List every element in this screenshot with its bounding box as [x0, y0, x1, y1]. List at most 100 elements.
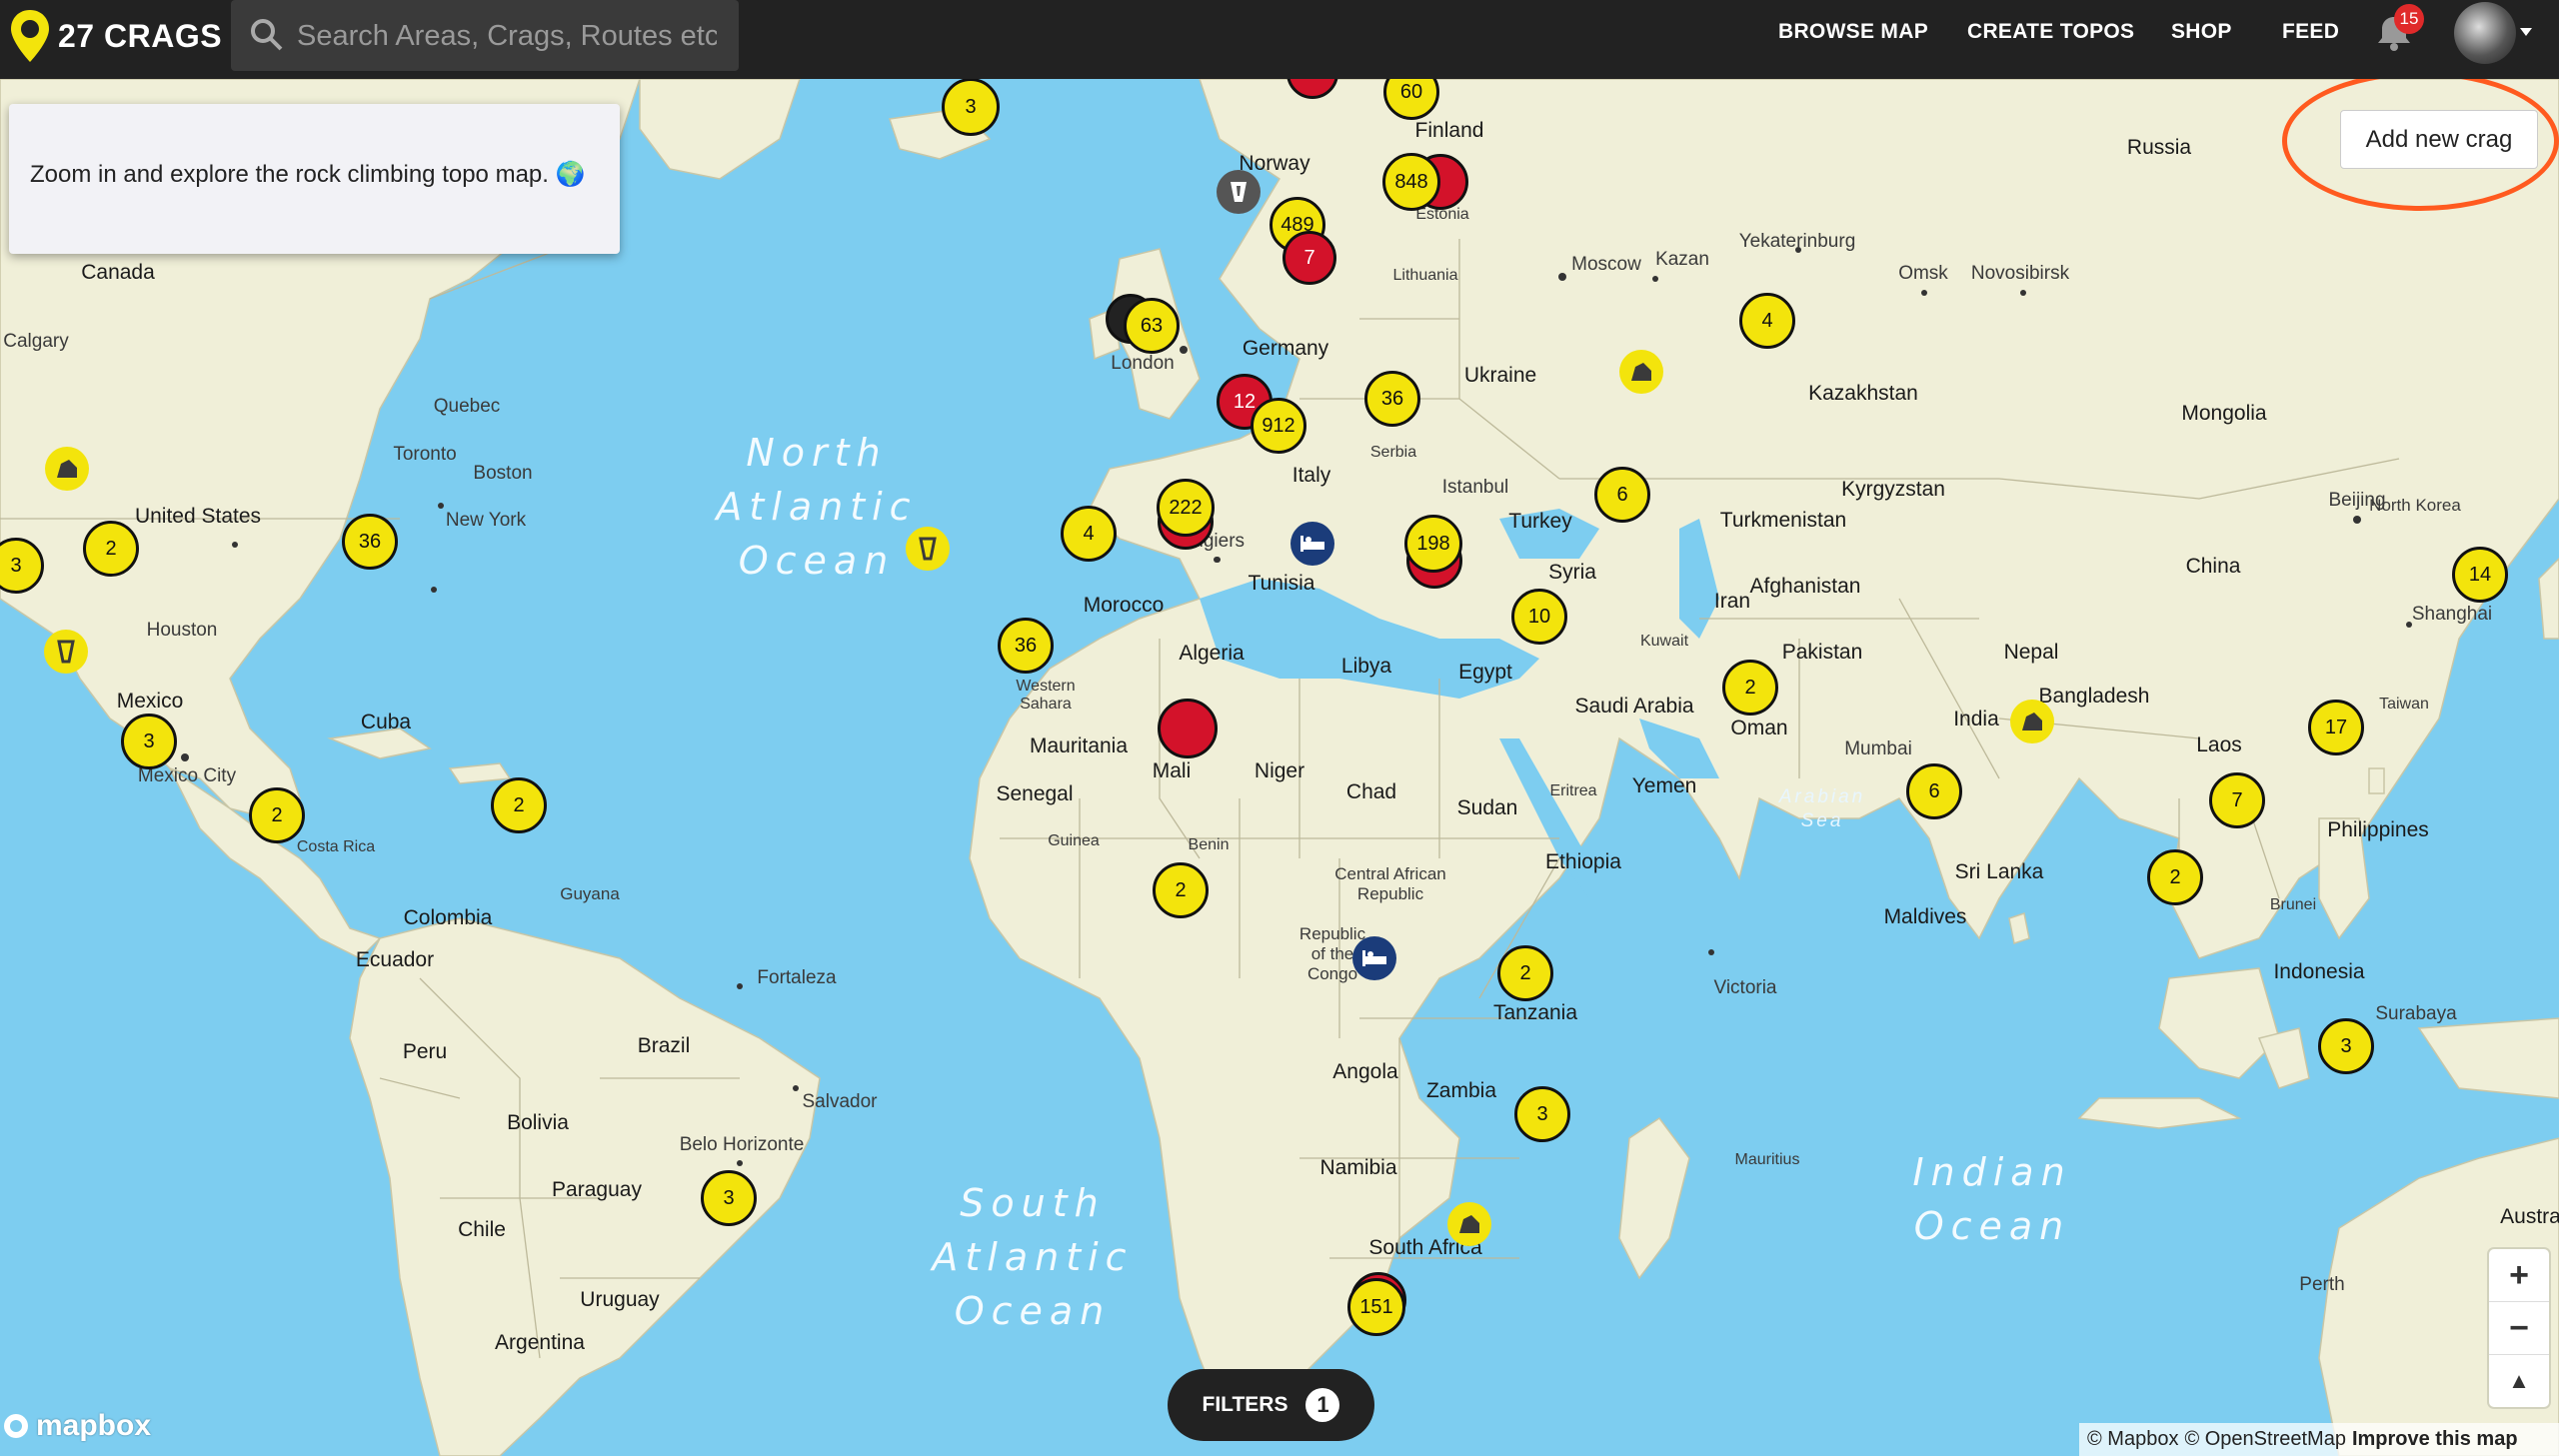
chevron-down-icon[interactable] [2520, 28, 2532, 36]
crag-cluster[interactable]: 848 [1382, 153, 1440, 211]
map-attribution: © Mapbox © OpenStreetMap Improve this ma… [2079, 1423, 2559, 1456]
crag-cluster[interactable]: 2 [1153, 862, 1209, 918]
zoom-in-button[interactable]: + [2489, 1249, 2549, 1302]
crag-cluster[interactable]: 6 [1906, 763, 1962, 819]
crag-cluster[interactable]: 7 [2209, 772, 2265, 828]
label-mongolia: Mongolia [2181, 402, 2267, 425]
attribution-osm-link[interactable]: © OpenStreetMap [2184, 1428, 2345, 1451]
label-ethiopia: Ethiopia [1545, 850, 1621, 873]
crag-cluster[interactable]: 4 [1061, 506, 1117, 562]
crag-cluster[interactable]: 222 [1157, 479, 1215, 537]
boulder-crag-icon[interactable] [45, 447, 89, 491]
label-omsk: Omsk [1898, 263, 1948, 284]
label-moscow: Moscow [1571, 254, 1641, 275]
mapbox-logo-text: mapbox [36, 1409, 152, 1442]
crag-cluster[interactable] [1158, 699, 1218, 758]
label-perth: Perth [2299, 1274, 2345, 1295]
label-sudan: Sudan [1456, 796, 1518, 819]
label-afghanistan: Afghanistan [1749, 575, 1861, 598]
label-paraguay: Paraguay [552, 1178, 642, 1201]
label-chad: Chad [1345, 780, 1397, 803]
nav-browse-map[interactable]: BROWSE MAP [1778, 20, 1928, 44]
crag-cluster[interactable]: 36 [342, 514, 398, 570]
gym-icon[interactable] [1217, 170, 1261, 214]
boulder-crag-icon[interactable] [1447, 1202, 1491, 1246]
nav-shop[interactable]: SHOP [2171, 20, 2232, 44]
crag-cluster[interactable]: 36 [998, 618, 1054, 674]
label-saudi-arabia: Saudi Arabia [1574, 695, 1694, 718]
boulder-crag-icon[interactable] [1619, 350, 1663, 394]
search-input[interactable] [295, 16, 719, 56]
label-egypt: Egypt [1458, 661, 1512, 684]
sport-crag-icon[interactable] [44, 630, 88, 674]
label-mali: Mali [1152, 759, 1192, 782]
crag-cluster[interactable]: 2 [1497, 945, 1553, 1001]
label-germany: Germany [1242, 337, 1329, 360]
attribution-mapbox-link[interactable]: © Mapbox [2087, 1428, 2178, 1451]
label-libya: Libya [1340, 655, 1392, 678]
sport-crag-icon[interactable] [906, 527, 950, 571]
accommodation-bed-icon[interactable] [1352, 936, 1396, 980]
crag-cluster[interactable]: 6 [1594, 467, 1650, 523]
crag-cluster[interactable]: 2 [1722, 660, 1778, 716]
label-niger: Niger [1254, 759, 1305, 782]
label-uruguay: Uruguay [580, 1288, 660, 1311]
label-colombia: Colombia [403, 906, 493, 929]
crag-cluster[interactable]: 198 [1404, 515, 1462, 573]
label-novosibirsk: Novosibirsk [1970, 263, 2070, 284]
mapbox-icon [4, 1414, 28, 1438]
crag-cluster[interactable]: 3 [121, 714, 177, 769]
nav-create-topos[interactable]: CREATE TOPOS [1967, 20, 2134, 44]
crag-cluster[interactable]: 10 [1511, 589, 1567, 645]
crag-cluster[interactable]: 3 [2318, 1018, 2374, 1074]
crag-cluster[interactable]: 2 [83, 521, 139, 577]
boulder-crag-icon[interactable] [2010, 700, 2054, 743]
nav-feed[interactable]: FEED [2282, 20, 2339, 44]
label-salvador: Salvador [802, 1091, 878, 1112]
crag-cluster[interactable]: 14 [2452, 547, 2508, 603]
accommodation-bed-icon[interactable] [1290, 522, 1334, 566]
label-kuwait: Kuwait [1639, 633, 1689, 650]
crag-cluster[interactable]: 36 [1364, 371, 1420, 427]
label-mexico: Mexico [116, 690, 184, 713]
avatar[interactable] [2454, 2, 2516, 64]
label-belo-horizonte: Belo Horizonte [679, 1134, 805, 1155]
label-nepal: Nepal [2003, 641, 2059, 664]
crag-cluster[interactable]: 151 [1347, 1278, 1405, 1336]
label-zambia: Zambia [1425, 1079, 1497, 1102]
mapbox-logo[interactable]: mapbox [2, 1409, 151, 1443]
crag-cluster[interactable]: 2 [491, 777, 547, 833]
map[interactable]: Canada United States Mexico Cuba Colombi… [0, 47, 2559, 1456]
crag-cluster[interactable]: 7 [1282, 231, 1336, 285]
logo-text: 27 CRAGS [58, 17, 223, 54]
label-arabian-sea: Arabian Sea [1778, 786, 1866, 831]
crag-cluster[interactable]: 2 [2147, 849, 2203, 905]
label-mauritania: Mauritania [1029, 734, 1129, 757]
improve-map-link[interactable]: Improve this map [2352, 1428, 2518, 1451]
crag-cluster[interactable]: 912 [1251, 398, 1306, 454]
compass-reset-button[interactable]: ▲ [2489, 1355, 2549, 1407]
zoom-out-button[interactable]: − [2489, 1302, 2549, 1355]
label-oman: Oman [1730, 717, 1788, 739]
crag-cluster[interactable]: 3 [1514, 1086, 1570, 1142]
label-yekaterinburg: Yekaterinburg [1738, 231, 1856, 252]
logo[interactable]: 27 CRAGS [8, 8, 222, 64]
zoom-controls: + − ▲ [2489, 1249, 2549, 1407]
label-angola: Angola [1332, 1060, 1398, 1083]
label-indonesia: Indonesia [2273, 960, 2365, 983]
crag-cluster[interactable]: 17 [2308, 700, 2364, 755]
label-finland: Finland [1414, 119, 1484, 142]
crag-cluster[interactable]: 3 [942, 78, 1000, 136]
crag-cluster[interactable]: 63 [1124, 298, 1180, 354]
label-laos: Laos [2196, 733, 2242, 756]
filters-button[interactable]: FILTERS 1 [1168, 1369, 1374, 1441]
label-bangladesh: Bangladesh [2038, 685, 2150, 708]
label-tanzania: Tanzania [1492, 1001, 1578, 1024]
crag-cluster[interactable]: 4 [1739, 293, 1795, 349]
label-south-atlantic-ocean: South Atlantic Ocean [932, 1181, 1134, 1333]
crag-cluster[interactable]: 2 [249, 787, 305, 843]
label-indian-ocean: Indian Ocean [1912, 1150, 2072, 1248]
crag-cluster[interactable]: 3 [701, 1170, 757, 1226]
label-toronto: Toronto [393, 444, 457, 465]
search-bar[interactable] [231, 0, 739, 71]
